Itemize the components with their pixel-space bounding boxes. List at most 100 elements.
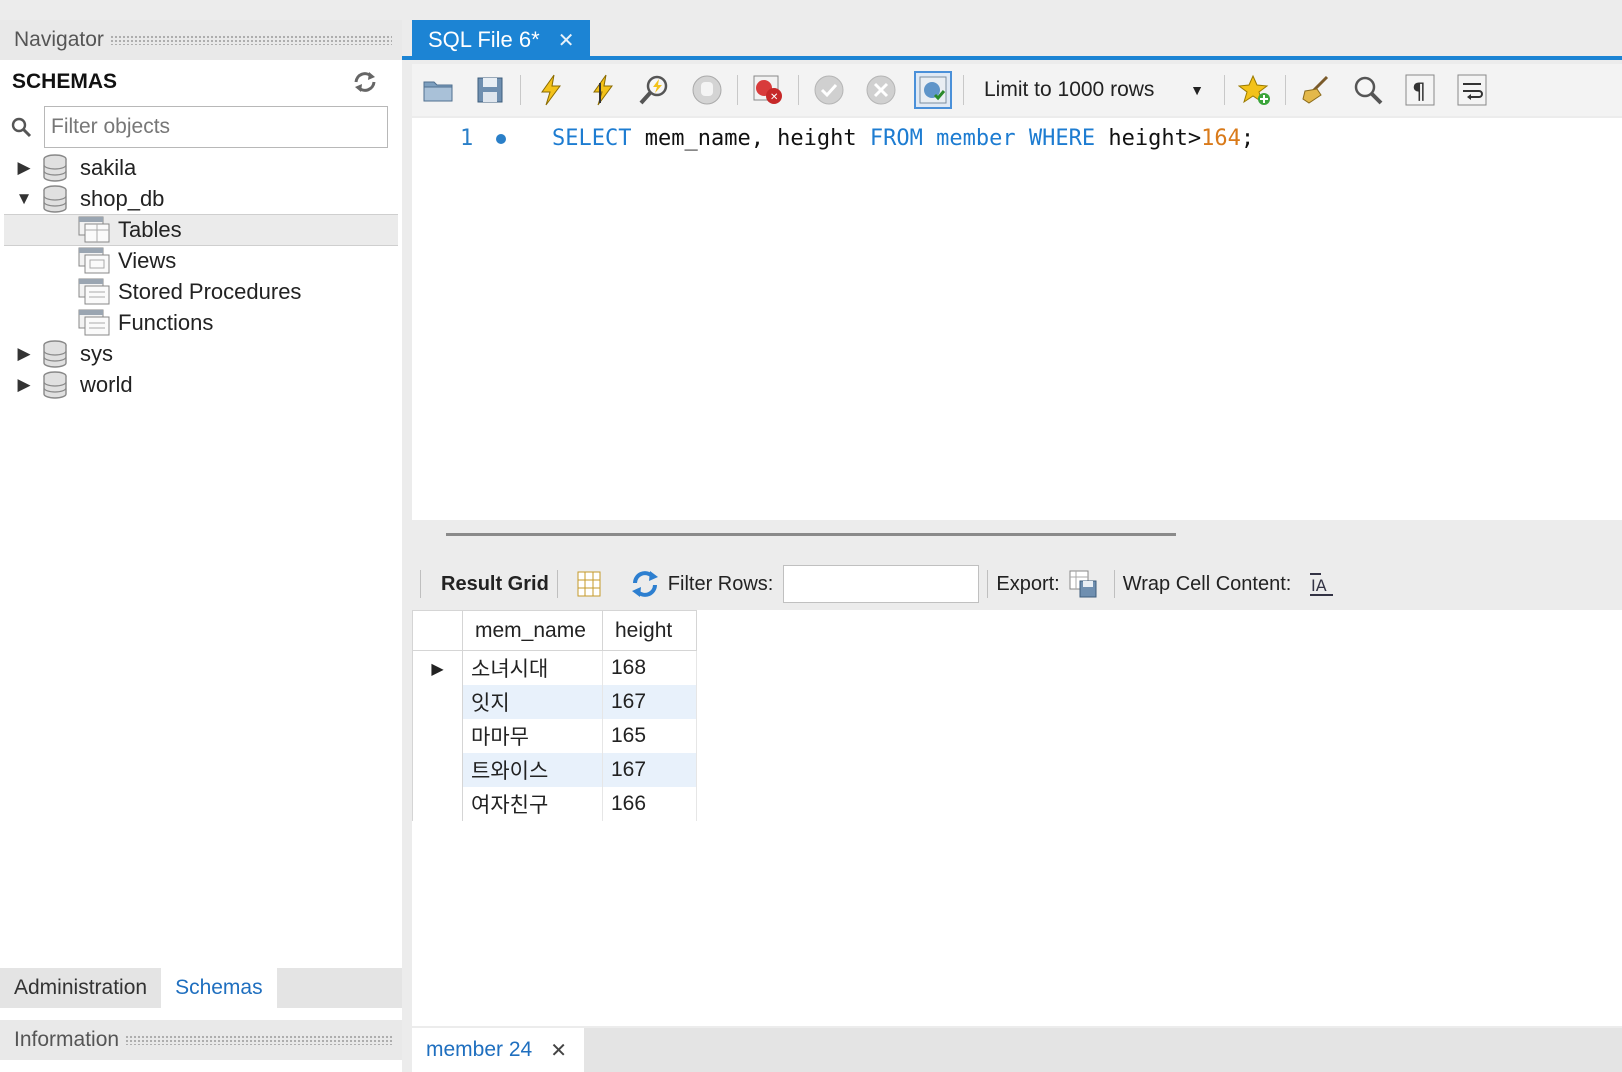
row-selector[interactable] [412,752,463,787]
table-row[interactable]: ▶ 소녀시대 168 [412,650,697,685]
cell-mem-name[interactable]: 마마무 [462,718,603,753]
cell-height[interactable]: 165 [602,718,697,753]
broom-icon [1302,75,1329,104]
find-button[interactable] [1349,71,1387,109]
wrap-cell-icon[interactable]: IA [1307,569,1337,599]
tree-item-views[interactable]: Views [0,245,402,277]
word-wrap-button[interactable] [1453,71,1491,109]
execute-current-button[interactable] [584,71,622,109]
expand-triangle-icon[interactable]: ▶ [12,375,36,395]
table-row[interactable]: 마마무 165 [412,718,697,753]
tab-administration[interactable]: Administration [0,968,161,1008]
row-selector[interactable]: ▶ [412,650,463,685]
row-header-corner [412,610,463,651]
form-editor-icon[interactable] [574,569,604,599]
schema-label: shop_db [80,186,165,211]
invisible-chars-button[interactable]: ¶ [1401,71,1439,109]
expand-triangle-icon[interactable]: ▶ [12,158,36,178]
cell-height[interactable]: 166 [602,786,697,821]
tree-item-stored-procedures[interactable]: Stored Procedures [0,276,402,308]
column-header-height[interactable]: height [602,610,697,651]
tab-sql-file[interactable]: SQL File 6* ✕ [412,20,590,60]
column-header-mem-name[interactable]: mem_name [462,610,603,651]
cell-mem-name[interactable]: 여자친구 [462,786,603,821]
autocommit-toggle[interactable] [914,71,952,109]
sql-toolbar: ✕ Limit to 1000 rows ▼ ¶ [412,64,1622,116]
explain-button[interactable] [636,71,674,109]
tab-label: SQL File 6* [428,27,540,52]
tree-item-label: Views [118,248,177,273]
limit-rows-select[interactable]: Limit to 1000 rows ▼ [976,70,1212,110]
stop-button[interactable] [688,71,726,109]
schema-world[interactable]: ▶ world [0,369,402,401]
chevron-down-icon: ▼ [1190,82,1204,98]
open-file-button[interactable] [419,71,457,109]
beautify-button[interactable] [1297,71,1335,109]
filter-objects-input[interactable] [44,106,388,148]
row-selector[interactable] [412,684,463,719]
pilcrow-icon: ¶ [1405,74,1435,106]
cell-height[interactable]: 168 [602,650,697,685]
close-tab-icon[interactable]: ✕ [558,28,575,53]
row-selector[interactable] [412,718,463,753]
wrap-lines-icon [1457,74,1487,106]
save-file-button[interactable] [471,71,509,109]
filter-rows-input[interactable] [783,565,980,603]
export-icon[interactable] [1068,569,1098,599]
cell-height[interactable]: 167 [602,752,697,787]
sql-columns: mem_name, height [631,126,870,151]
cell-mem-name[interactable]: 소녀시대 [462,650,603,685]
schema-sakila[interactable]: ▶ sakila [0,152,402,184]
schema-sys[interactable]: ▶ sys [0,338,402,370]
cell-height[interactable]: 167 [602,684,697,719]
cell-mem-name[interactable]: 잇지 [462,684,603,719]
result-tab-bar: member 24 ✕ [412,1028,1622,1072]
result-grid: mem_name height ▶ 소녀시대 168 잇지 167 마마무 16… [412,610,1622,1026]
table-row[interactable]: 여자친구 166 [412,786,697,821]
views-folder-icon [78,247,110,274]
sql-space [1016,126,1029,151]
search-icon [11,117,32,138]
sql-code-line[interactable]: SELECT mem_name, height FROM member WHER… [552,126,1254,151]
add-snippet-button[interactable] [1236,71,1274,109]
cell-mem-name[interactable]: 트와이스 [462,752,603,787]
save-icon [477,77,503,103]
tree-item-functions[interactable]: Functions [0,307,402,339]
svg-text:¶: ¶ [1412,80,1426,105]
editor-result-splitter[interactable] [446,533,1176,536]
table-row[interactable]: 트와이스 167 [412,752,697,787]
tab-member-result[interactable]: member 24 ✕ [412,1028,584,1072]
navigator-title: Navigator [14,28,104,51]
refresh-results-icon[interactable] [630,569,660,599]
close-tab-icon[interactable]: ✕ [550,1038,567,1063]
database-icon [43,185,67,213]
table-row[interactable]: 잇지 167 [412,684,697,719]
navigator-panel: Navigator SCHEMAS ▶ sakila ▼ shop_db [0,20,402,1072]
schema-shop-db[interactable]: ▼ shop_db [0,183,402,215]
refresh-schemas-icon[interactable] [352,70,378,94]
navigator-bottom-tabs: Administration Schemas [0,968,402,1008]
information-header: Information [0,1020,402,1060]
collapse-triangle-icon[interactable]: ▼ [12,189,36,209]
lightning-cursor-icon [593,74,613,106]
tree-item-label: Stored Procedures [118,279,302,304]
filter-rows-label: Filter Rows: [667,572,774,595]
execute-all-button[interactable] [532,71,570,109]
tree-item-tables[interactable]: Tables [4,214,398,246]
expand-triangle-icon[interactable]: ▶ [12,344,36,364]
sql-space [923,126,936,151]
commit-button[interactable] [810,71,848,109]
row-selector[interactable] [412,786,463,821]
sql-terminator: ; [1240,126,1255,151]
table-header-row: mem_name height [412,610,697,651]
result-tab-label: member 24 [426,1038,533,1061]
stop-on-error-button[interactable]: ✕ [749,71,787,109]
result-grid-button[interactable]: Result Grid [441,573,549,596]
sql-editor[interactable]: 1 SELECT mem_name, height FROM member WH… [412,118,1622,520]
folder-open-icon [423,81,453,102]
limit-rows-label: Limit to 1000 rows [984,78,1155,101]
stored-procedures-folder-icon [78,278,110,305]
tables-folder-icon [78,216,110,243]
tab-schemas[interactable]: Schemas [161,968,277,1008]
rollback-button[interactable] [862,71,900,109]
